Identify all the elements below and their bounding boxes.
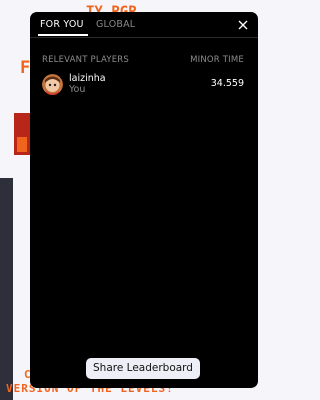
share-leaderboard-button[interactable]: Share Leaderboard xyxy=(86,358,200,379)
close-icon xyxy=(238,20,248,30)
player-subtitle: You xyxy=(69,84,86,95)
column-header-players: RELEVANT PLAYERS xyxy=(42,55,129,65)
tab-bar: FOR YOU GLOBAL xyxy=(30,12,258,38)
background-left-bar xyxy=(0,178,13,400)
column-header-time: MINOR TIME xyxy=(190,55,244,65)
background-graphic xyxy=(14,113,30,155)
close-button[interactable] xyxy=(236,17,250,31)
tab-for-you[interactable]: FOR YOU xyxy=(40,19,84,30)
background-text-fragment: F xyxy=(20,58,31,78)
active-tab-indicator xyxy=(38,34,88,36)
leaderboard-row[interactable]: laizinha You 34.559 xyxy=(42,71,244,97)
leaderboard-header: RELEVANT PLAYERS MINOR TIME xyxy=(42,55,244,65)
tab-global[interactable]: GLOBAL xyxy=(96,19,135,30)
player-name: laizinha xyxy=(69,73,106,84)
player-avatar xyxy=(42,74,63,95)
leaderboard-panel: FOR YOU GLOBAL RELEVANT PLAYERS MINOR TI… xyxy=(30,12,258,388)
player-time: 34.559 xyxy=(210,78,244,89)
